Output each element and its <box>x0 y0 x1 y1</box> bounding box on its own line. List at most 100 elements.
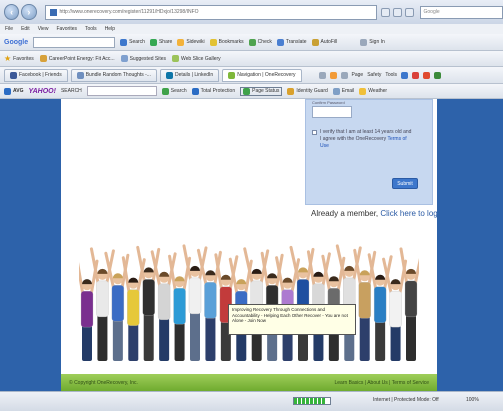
menu-help[interactable]: Help <box>105 26 115 32</box>
page-icon <box>39 55 47 62</box>
search-icon <box>161 87 169 95</box>
tab-facebook[interactable]: Facebook | Friends <box>4 68 68 82</box>
stop-icon[interactable] <box>404 7 414 17</box>
cheering-crowd-image <box>79 244 419 361</box>
confirm-password-input[interactable] <box>312 106 352 118</box>
progress-fill <box>294 398 327 404</box>
browser-search-input[interactable]: Google <box>419 5 503 19</box>
submit-button[interactable]: Submit <box>392 178 418 189</box>
login-prompt: Already a member, Click here to login <box>311 209 437 218</box>
confirm-password-label: Confirm Password <box>312 100 345 105</box>
avg-total-protection[interactable]: Total Protection <box>191 87 235 95</box>
command-tools[interactable]: Tools <box>385 72 397 78</box>
page-icon <box>76 71 84 79</box>
wrench-icon <box>360 38 368 46</box>
refresh-icon[interactable] <box>392 7 402 17</box>
check-icon <box>243 87 251 95</box>
person-figure <box>399 247 419 361</box>
signup-panel: Confirm Password I verify that I am at l… <box>305 99 433 205</box>
compatibility-icon[interactable] <box>380 7 390 17</box>
check-icon <box>248 38 256 46</box>
sun-icon <box>359 87 367 95</box>
address-url: http://www.onerecovery.com/register/1129… <box>59 9 199 15</box>
star-icon: ★ <box>4 54 12 63</box>
footer-copyright: © Copyright OneRecovery, Inc. <box>69 379 138 386</box>
footer-links[interactable]: Learn Basics | About Us | Terms of Servi… <box>335 380 430 386</box>
security-zone[interactable]: Internet | Protected Mode: Off <box>373 397 439 403</box>
sidewiki-icon <box>177 38 185 46</box>
google-bookmarks-button[interactable]: Bookmarks <box>209 38 244 46</box>
google-share-button[interactable]: Share <box>149 38 172 46</box>
home-icon[interactable] <box>318 71 326 79</box>
google-toolbar: Google Search Share Sidewiki Bookmarks C… <box>0 34 503 51</box>
back-button[interactable]: ‹ <box>4 4 20 20</box>
linkedin-icon <box>165 71 173 79</box>
menu-tools[interactable]: Tools <box>85 26 97 32</box>
identity-icon <box>287 87 295 95</box>
avg-search-input[interactable] <box>86 86 157 96</box>
search-placeholder: Google <box>423 9 440 15</box>
print-icon[interactable] <box>340 71 348 79</box>
google-search-input[interactable] <box>33 36 116 48</box>
shield-icon <box>191 87 199 95</box>
tab-onerecovery[interactable]: Navigation | OneRecovery <box>222 68 302 82</box>
page-icon <box>120 55 128 62</box>
favorite-link-webslice[interactable]: Web Slice Gallery <box>172 55 221 62</box>
site-favicon <box>49 8 57 16</box>
command-page[interactable]: Page <box>352 72 364 78</box>
help-icon[interactable] <box>401 71 409 79</box>
avg-email[interactable]: Email <box>332 87 354 95</box>
avg-toolbar: AVG YAHOO! SEARCH Search Total Protectio… <box>0 84 503 99</box>
image-tooltip: Improving Recovery Through Connections a… <box>228 304 356 335</box>
person-figure <box>79 259 99 361</box>
loading-progress-bar <box>293 397 331 405</box>
menu-file[interactable]: File <box>5 26 13 32</box>
address-bar-row: ‹ › http://www.onerecovery.com/register/… <box>0 0 503 24</box>
person-figure <box>382 257 408 361</box>
addon-icon[interactable] <box>434 71 442 79</box>
person-figure <box>168 254 192 361</box>
avg-weather[interactable]: Weather <box>359 87 387 95</box>
page-footer: © Copyright OneRecovery, Inc. Learn Basi… <box>61 374 437 391</box>
command-safety[interactable]: Safety <box>367 72 381 78</box>
google-check-button[interactable]: Check <box>248 38 272 46</box>
addon-icon[interactable] <box>423 71 431 79</box>
menu-view[interactable]: View <box>38 26 49 32</box>
age-terms-checkbox[interactable] <box>312 130 317 135</box>
tab-linkedin[interactable]: Details | LinkedIn <box>159 68 220 82</box>
favorites-bar: ★ Favorites CareerPoint Energy: Fit Acc..… <box>0 51 503 67</box>
translate-icon <box>276 38 284 46</box>
page-icon <box>172 55 180 62</box>
age-terms-text: I verify that I am at least 14 years old… <box>320 129 412 149</box>
forward-button[interactable]: › <box>21 4 37 20</box>
zoom-level[interactable]: 100% <box>466 397 479 403</box>
favorites-button[interactable]: ★ Favorites <box>4 54 34 63</box>
share-icon <box>149 38 157 46</box>
page-icon <box>228 71 236 79</box>
autofill-icon <box>311 38 319 46</box>
google-signin-button[interactable]: Sign In <box>360 38 385 46</box>
avg-page-status[interactable]: Page Status <box>240 86 283 96</box>
onerecovery-page: Confirm Password I verify that I am at l… <box>61 99 437 391</box>
menu-edit[interactable]: Edit <box>21 26 30 32</box>
google-translate-button[interactable]: Translate <box>276 38 307 46</box>
avg-logo[interactable]: AVG <box>4 87 23 95</box>
status-bar: Internet | Protected Mode: Off 100% <box>0 391 503 411</box>
google-autofill-button[interactable]: AutoFill <box>311 38 337 46</box>
favorite-link-careerpoint[interactable]: CareerPoint Energy: Fit Acc... <box>39 55 115 62</box>
page-viewport: Confirm Password I verify that I am at l… <box>0 99 503 391</box>
menu-favorites[interactable]: Favorites <box>56 26 77 32</box>
google-search-button[interactable]: Search <box>120 38 145 46</box>
address-field[interactable]: http://www.onerecovery.com/register/1129… <box>44 4 377 20</box>
login-link[interactable]: Click here to login <box>380 209 437 218</box>
avg-search-button[interactable]: Search <box>161 87 187 95</box>
search-icon <box>120 38 128 46</box>
google-sidewiki-button[interactable]: Sidewiki <box>177 38 205 46</box>
tab-bundle[interactable]: Bundle Random Thoughts -... <box>70 68 157 82</box>
avg-identity-guard[interactable]: Identity Guard <box>287 87 328 95</box>
feeds-icon[interactable] <box>329 71 337 79</box>
address-tools <box>380 7 414 17</box>
favorite-link-suggested[interactable]: Suggested Sites <box>120 55 166 62</box>
addon-icon[interactable] <box>412 71 420 79</box>
star-icon <box>209 38 217 46</box>
